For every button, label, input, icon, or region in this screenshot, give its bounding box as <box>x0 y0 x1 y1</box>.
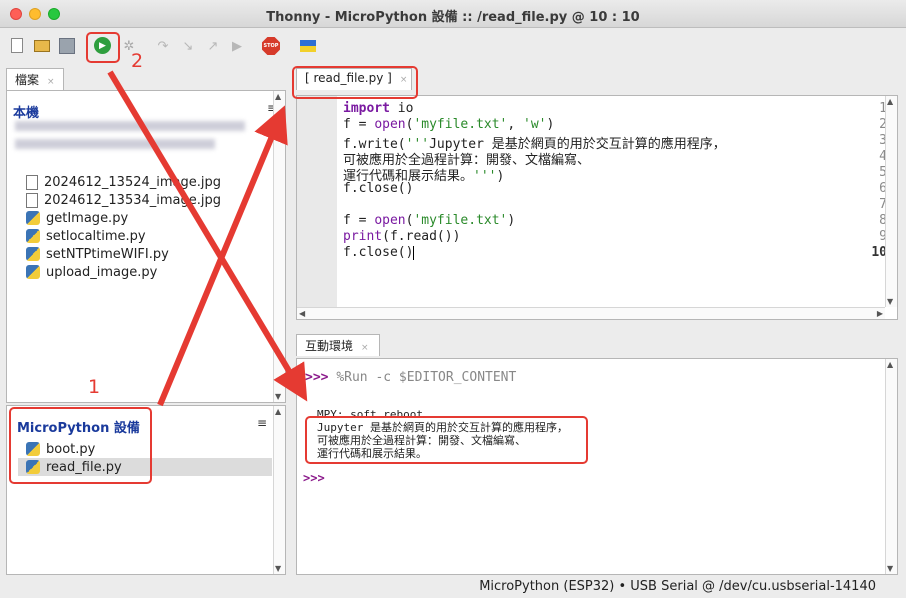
annotation-box-shell-output <box>305 416 588 464</box>
scroll-down-icon[interactable]: ▼ <box>275 564 281 573</box>
scroll-left-icon[interactable]: ◀ <box>299 309 305 318</box>
line-number: 4 <box>879 149 887 164</box>
line-number: 6 <box>879 181 887 196</box>
step-out-icon[interactable]: ↗ <box>205 38 221 54</box>
hamburger-menu-icon[interactable]: ≡ <box>257 416 267 430</box>
shell-panel[interactable]: >>> %Run -c $EDITOR_CONTENT MPY: soft re… <box>296 358 898 575</box>
stop-icon[interactable]: STOP <box>262 37 280 55</box>
scroll-down-icon[interactable]: ▼ <box>887 297 893 306</box>
scroll-up-icon[interactable]: ▲ <box>887 97 893 106</box>
shell-tabstrip: 互動環境 × <box>296 330 900 356</box>
resume-icon[interactable]: ▶ <box>229 38 245 54</box>
annotation-box-editor-tab <box>292 66 418 99</box>
interpreter-status[interactable]: MicroPython (ESP32) • USB Serial @ /dev/… <box>479 579 876 594</box>
window-title: Thonny - MicroPython 設備 :: /read_file.py… <box>266 10 640 25</box>
blurred-path <box>15 119 255 155</box>
python-file-icon <box>26 247 40 261</box>
close-tab-icon[interactable]: × <box>361 343 369 353</box>
step-into-icon[interactable]: ↘ <box>180 38 196 54</box>
line-number-gutter <box>297 96 337 307</box>
tab-shell[interactable]: 互動環境 × <box>296 334 380 356</box>
tab-files[interactable]: 檔案 × <box>6 68 64 90</box>
shell-scrollbar[interactable]: ▲ ▼ <box>885 359 897 574</box>
scroll-right-icon[interactable]: ▶ <box>877 309 883 318</box>
shell-prompt[interactable]: >>> <box>303 471 325 485</box>
code-line[interactable]: f.close() <box>343 245 415 261</box>
scroll-up-icon[interactable]: ▲ <box>887 360 893 369</box>
local-files-scrollbar[interactable]: ▲ ▼ <box>273 91 285 402</box>
annotation-number-2: 2 <box>131 50 144 72</box>
line-number: 2 <box>879 117 887 132</box>
editor-hscrollbar[interactable]: ◀ ▶ <box>297 307 885 319</box>
files-tabstrip: 檔案 × <box>6 64 286 90</box>
line-number: 10 <box>871 245 887 260</box>
stop-label: STOP <box>263 43 279 49</box>
scroll-down-icon[interactable]: ▼ <box>275 392 281 401</box>
scroll-up-icon[interactable]: ▲ <box>275 407 281 416</box>
editor-vscrollbar[interactable]: ▲ ▼ <box>885 96 897 307</box>
open-file-icon[interactable] <box>34 40 50 52</box>
image-file-icon <box>26 174 38 190</box>
line-number: 1 <box>879 101 887 116</box>
line-number: 3 <box>879 133 887 148</box>
step-over-icon[interactable]: ↷ <box>155 38 171 54</box>
ukraine-flag-icon[interactable] <box>300 40 316 52</box>
annotation-box-run <box>86 32 120 63</box>
close-tab-icon[interactable]: × <box>47 77 55 87</box>
python-file-icon <box>26 229 40 243</box>
code-editor[interactable]: 1 2 3 4 5 6 7 8 9 10 import io f = open(… <box>296 95 898 320</box>
scroll-down-icon[interactable]: ▼ <box>887 564 893 573</box>
file-item[interactable]: 2024612_13524_image.jpg <box>26 173 221 191</box>
python-file-icon <box>26 265 40 279</box>
scroll-up-icon[interactable]: ▲ <box>275 92 281 101</box>
code-line[interactable]: f.write('''Jupyter 是基於網頁的用於交互計算的應用程序， <box>343 133 726 152</box>
python-file-icon <box>26 211 40 225</box>
annotation-box-device-files <box>9 407 152 484</box>
file-item[interactable]: setlocaltime.py <box>26 227 146 245</box>
annotation-number-1: 1 <box>88 376 101 398</box>
save-icon[interactable] <box>59 38 75 54</box>
code-line[interactable]: print(f.read()) <box>343 229 460 245</box>
line-number: 5 <box>879 165 887 180</box>
code-line[interactable]: 可被應用於全過程計算：開發、文檔編寫、 <box>343 149 590 168</box>
device-files-scrollbar[interactable]: ▲ ▼ <box>273 406 285 574</box>
line-number: 7 <box>879 197 887 212</box>
line-number: 8 <box>879 213 887 228</box>
status-bar: MicroPython (ESP32) • USB Serial @ /dev/… <box>0 575 906 598</box>
code-line[interactable]: f = open('myfile.txt', 'w') <box>343 117 554 133</box>
line-number: 9 <box>879 229 887 244</box>
shell-run-line: >>> %Run -c $EDITOR_CONTENT <box>305 370 517 385</box>
code-line[interactable]: f = open('myfile.txt') <box>343 213 515 229</box>
file-item[interactable]: 2024612_13534_image.jpg <box>26 191 221 209</box>
image-file-icon <box>26 192 38 208</box>
file-item[interactable]: setNTPtimeWIFI.py <box>26 245 169 263</box>
code-line[interactable]: import io <box>343 101 413 117</box>
code-line[interactable]: f.close() <box>343 181 413 197</box>
file-item[interactable]: getImage.py <box>26 209 128 227</box>
file-item[interactable]: upload_image.py <box>26 263 157 281</box>
code-line[interactable]: 運行代碼和展示結果。''') <box>343 165 504 184</box>
title-bar: Thonny - MicroPython 設備 :: /read_file.py… <box>0 0 906 28</box>
new-file-icon[interactable] <box>11 38 23 53</box>
